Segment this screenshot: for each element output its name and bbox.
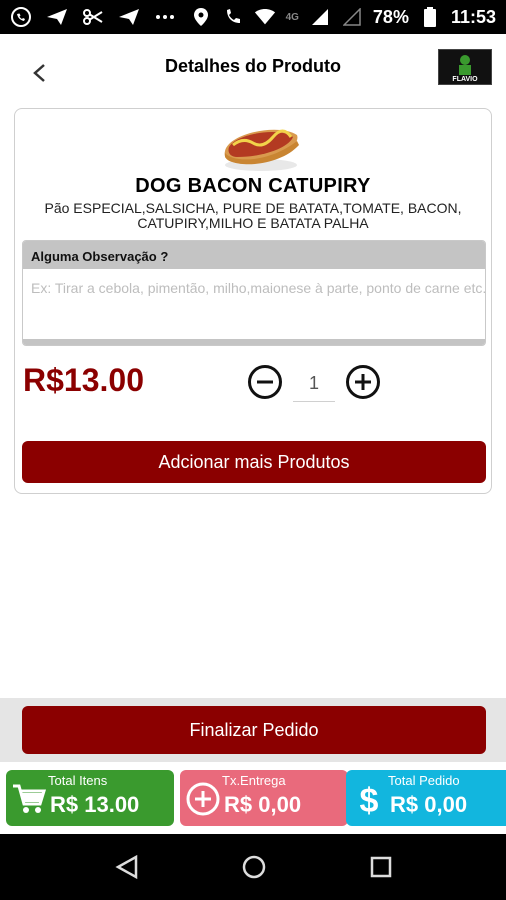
phone-4g-icon bbox=[222, 6, 244, 28]
dollar-icon: $ bbox=[352, 782, 386, 817]
total-order-box: $ Total Pedido R$ 0,00 bbox=[346, 770, 506, 826]
observation-input[interactable]: Ex: Tirar a cebola, pimentão, milho,maio… bbox=[23, 269, 485, 329]
scissors-icon bbox=[82, 6, 104, 28]
total-items-box: Total Itens R$ 13.00 bbox=[6, 770, 174, 826]
nav-home-icon bbox=[242, 855, 266, 879]
store-logo: FLAVIO bbox=[438, 49, 492, 85]
finalize-order-button[interactable]: Finalizar Pedido bbox=[22, 706, 486, 754]
whatsapp-icon bbox=[10, 6, 32, 28]
observation-divider bbox=[23, 339, 485, 345]
observation-label: Alguma Observação ? bbox=[23, 241, 485, 269]
add-more-products-button[interactable]: Adcionar mais Produtos bbox=[22, 441, 486, 483]
nav-recents-icon bbox=[370, 856, 392, 878]
wifi-icon bbox=[254, 6, 276, 28]
battery-icon bbox=[419, 6, 441, 28]
app-header: Detalhes do Produto FLAVIO bbox=[0, 34, 506, 104]
more-icon bbox=[154, 6, 176, 28]
signal-icon bbox=[341, 6, 363, 28]
battery-percent: 78% bbox=[372, 6, 409, 27]
totals-bar: Total Itens R$ 13.00 Tx.Entrega R$ 0,00 … bbox=[0, 762, 506, 834]
observation-box: Alguma Observação ? Ex: Tirar a cebola, … bbox=[22, 240, 486, 346]
page-title: Detalhes do Produto bbox=[164, 56, 341, 76]
clock: 11:53 bbox=[450, 6, 496, 27]
total-items-label: Total Itens bbox=[48, 773, 108, 788]
product-card: DOG BACON CATUPIRY Pão ESPECIAL,SALSICHA… bbox=[14, 108, 492, 494]
minus-circle-icon bbox=[248, 365, 282, 399]
product-description: Pão ESPECIAL,SALSICHA, PURE DE BATATA,TO… bbox=[44, 201, 462, 231]
plus-circle-icon bbox=[346, 365, 380, 399]
signal-icon bbox=[309, 6, 331, 28]
finalize-bar: Finalizar Pedido bbox=[0, 698, 506, 762]
delivery-fee-label: Tx.Entrega bbox=[222, 773, 286, 788]
network-type: 4G bbox=[285, 11, 299, 23]
total-order-label: Total Pedido bbox=[388, 773, 460, 788]
location-icon bbox=[190, 6, 212, 28]
product-name: DOG BACON CATUPIRY bbox=[135, 175, 371, 197]
svg-text:FLAVIO: FLAVIO bbox=[452, 76, 478, 83]
plus-circle-icon bbox=[186, 782, 220, 816]
nav-home-button[interactable] bbox=[241, 854, 267, 880]
nav-back-icon bbox=[115, 854, 138, 880]
system-navigation-bar bbox=[0, 834, 506, 900]
hotdog-image bbox=[219, 117, 303, 175]
total-order-value: R$ 0,00 bbox=[390, 792, 468, 817]
svg-text:$: $ bbox=[360, 782, 379, 817]
send-icon bbox=[46, 6, 68, 28]
nav-recents-button[interactable] bbox=[368, 854, 394, 880]
increase-quantity-button[interactable] bbox=[345, 364, 381, 400]
cart-icon bbox=[12, 782, 46, 816]
product-price: R$13.00 bbox=[23, 362, 144, 398]
quantity-field[interactable]: 1 bbox=[293, 365, 335, 402]
delivery-fee-box: Tx.Entrega R$ 0,00 bbox=[180, 770, 348, 826]
delivery-fee-value: R$ 0,00 bbox=[224, 792, 302, 817]
nav-back-button[interactable] bbox=[114, 854, 140, 880]
status-bar: 4G 78% 11:53 bbox=[0, 0, 506, 34]
decrease-quantity-button[interactable] bbox=[247, 364, 283, 400]
total-items-value: R$ 13.00 bbox=[50, 792, 140, 817]
send-icon bbox=[118, 6, 140, 28]
